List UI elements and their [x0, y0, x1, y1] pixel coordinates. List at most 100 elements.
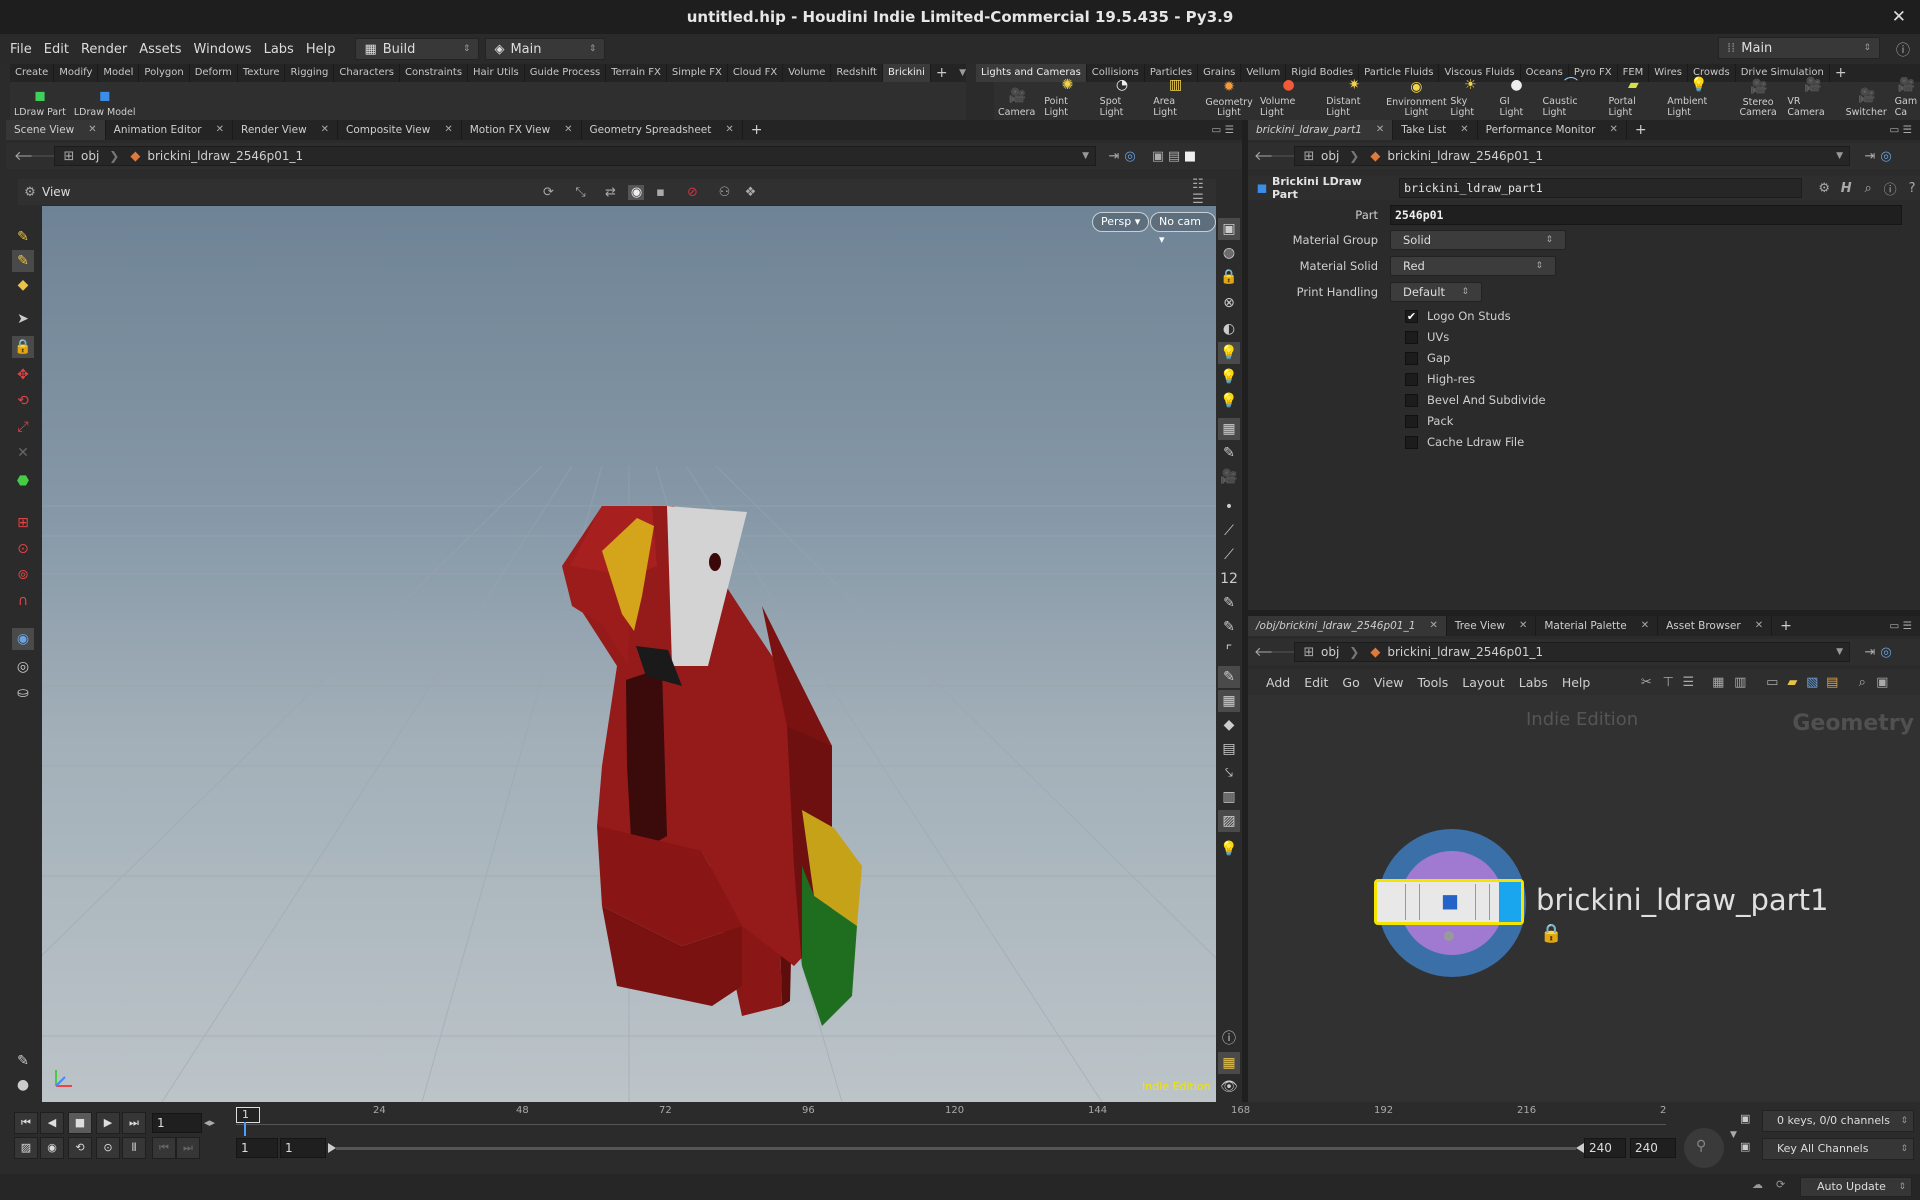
- sphere-icon[interactable]: ●: [12, 1074, 34, 1096]
- display-options-icon[interactable]: ▣: [1218, 218, 1240, 240]
- eye-icon[interactable]: 👁: [1218, 1076, 1240, 1098]
- menu-assets[interactable]: Assets: [139, 42, 181, 57]
- network-editor[interactable]: Indie Edition Geometry ◼ brickini_ldraw_…: [1248, 695, 1920, 1102]
- tool-portal-light[interactable]: ▰ Portal Light: [1604, 77, 1662, 120]
- keyframe-knob[interactable]: ⚲: [1684, 1128, 1724, 1168]
- range-end-field[interactable]: 240: [1584, 1138, 1626, 1158]
- realtime-icon[interactable]: ▨: [14, 1137, 38, 1159]
- pane-layout-icon[interactable]: ▭ ☰: [1211, 124, 1234, 136]
- node-name-field[interactable]: brickini_ldraw_part1: [1399, 178, 1803, 198]
- auto-update-menu[interactable]: Auto Update ⇕: [1800, 1177, 1912, 1197]
- back-arrow-icon[interactable]: 🡐: [1254, 644, 1289, 660]
- grid-display-icon[interactable]: ▦: [1218, 690, 1240, 712]
- uv-display-icon[interactable]: ✎: [1218, 592, 1240, 614]
- playhead[interactable]: [244, 1122, 246, 1136]
- key-all-channels-menu[interactable]: Key All Channels ⇕: [1762, 1138, 1914, 1160]
- checkbox-gap[interactable]: Gap: [1405, 351, 1450, 365]
- render-icon[interactable]: ◉: [12, 628, 34, 650]
- shelf-tab-cloud-fx[interactable]: Cloud FX: [728, 64, 784, 82]
- snap-grid-icon[interactable]: ⊞: [12, 512, 34, 534]
- shelf-tab-modify[interactable]: Modify: [54, 64, 99, 82]
- tool-sky-light[interactable]: ☀ Sky Light: [1446, 77, 1494, 120]
- path-field[interactable]: ⊞ obj ❯ ◆ brickini_ldraw_2546p01_1 ▼: [1294, 146, 1850, 166]
- camera-menu[interactable]: No cam ▾: [1150, 212, 1216, 246]
- tool-point-light[interactable]: ✺ Point Light: [1040, 77, 1094, 120]
- add-tab-icon[interactable]: +: [1627, 120, 1655, 140]
- range-slider-track[interactable]: [336, 1147, 1576, 1150]
- checkbox-unchecked[interactable]: [1405, 351, 1418, 365]
- menu-labs[interactable]: Labs: [264, 42, 294, 57]
- boundary-display-icon[interactable]: ⌜: [1218, 640, 1240, 662]
- audio-icon[interactable]: ◉: [40, 1137, 64, 1159]
- pin-icon[interactable]: ⇥: [1862, 149, 1878, 164]
- background-image-icon[interactable]: ▥: [1218, 786, 1240, 808]
- menu-file[interactable]: File: [10, 42, 32, 57]
- tool-stereo-camera[interactable]: 🎥 Stereo Camera: [1734, 79, 1783, 120]
- shelf-tab-model[interactable]: Model: [98, 64, 140, 82]
- network-box-icon[interactable]: ▭: [1764, 675, 1780, 690]
- shelf-tab-guide-process[interactable]: Guide Process: [525, 64, 607, 82]
- node-display-flag[interactable]: [1499, 882, 1521, 922]
- camera-display-icon[interactable]: 🎥: [1218, 466, 1240, 488]
- tab-material-palette[interactable]: Material Palette ✕: [1536, 616, 1659, 636]
- shelf-tab-characters[interactable]: Characters: [334, 64, 400, 82]
- sticky-note-icon[interactable]: ▰: [1784, 675, 1800, 690]
- background-icon[interactable]: ❖: [742, 185, 758, 200]
- link-icon[interactable]: ◎: [1878, 149, 1894, 164]
- menu-help[interactable]: Help: [306, 42, 336, 57]
- tool-caustic-light[interactable]: ⌒ Caustic Light: [1539, 77, 1604, 120]
- shelf-tab-terrain-fx[interactable]: Terrain FX: [606, 64, 667, 82]
- context-right-dropdown[interactable]: ⁞⁞ Main ⇕: [1718, 37, 1880, 59]
- checkbox-unchecked[interactable]: [1405, 330, 1418, 344]
- tab-geometry-spreadsheet[interactable]: Geometry Spreadsheet ✕: [582, 120, 743, 140]
- perspective-menu[interactable]: Persp ▾: [1092, 212, 1150, 232]
- close-tab-icon[interactable]: ✕: [1460, 120, 1468, 140]
- snap-point-icon[interactable]: ⊚: [12, 564, 34, 586]
- shelf-menu-arrow-icon[interactable]: ▼: [959, 68, 966, 78]
- close-tab-icon[interactable]: ✕: [321, 120, 329, 140]
- rotate-tool-icon[interactable]: ⟲: [12, 390, 34, 412]
- visualize-icon[interactable]: ✎: [1218, 442, 1240, 464]
- link-icon[interactable]: ◎: [1122, 149, 1138, 164]
- shelf-tab-simple-fx[interactable]: Simple FX: [667, 64, 728, 82]
- keyframe-view-icon[interactable]: ⫴: [122, 1137, 146, 1159]
- headlight-icon[interactable]: 💡: [1218, 366, 1240, 388]
- search-icon[interactable]: ⌕: [1854, 675, 1870, 690]
- pin-icon[interactable]: ⇥: [1106, 149, 1122, 164]
- view-mode-icon[interactable]: ◉: [628, 184, 645, 200]
- material-group-menu[interactable]: Solid ⇕: [1390, 230, 1566, 250]
- close-tab-icon[interactable]: ✕: [725, 120, 733, 140]
- shelf-tab-rigging[interactable]: Rigging: [285, 64, 335, 82]
- range-end-field-2[interactable]: 240: [1630, 1138, 1676, 1158]
- forward-arrow-icon[interactable]: 🡒: [1270, 644, 1305, 660]
- brush-tool-icon[interactable]: ◆: [12, 274, 34, 296]
- tool-spot-light[interactable]: ◔ Spot Light: [1096, 77, 1149, 120]
- reference-plane-icon[interactable]: ◆: [1218, 714, 1240, 736]
- handle-edit-icon[interactable]: ⬣: [12, 470, 34, 492]
- tree-icon[interactable]: ⊤: [1660, 675, 1676, 690]
- quad-view-icon[interactable]: ▦: [1218, 1052, 1240, 1074]
- add-tab-icon[interactable]: +: [743, 120, 771, 140]
- checkbox-unchecked[interactable]: [1405, 435, 1418, 449]
- close-tab-icon[interactable]: ✕: [1519, 616, 1527, 636]
- tab-take-list[interactable]: Take List ✕: [1393, 120, 1478, 140]
- checkbox-unchecked[interactable]: [1405, 393, 1418, 407]
- snap-prim-icon[interactable]: ⊙: [12, 538, 34, 560]
- checkbox-pack[interactable]: Pack: [1405, 414, 1453, 428]
- print-handling-menu[interactable]: Default ⇕: [1390, 282, 1482, 302]
- tool-ldraw-model[interactable]: ◼ LDraw Model: [70, 88, 140, 120]
- tab-composite-view[interactable]: Composite View ✕: [338, 120, 462, 140]
- viewer-settings-icon[interactable]: ☷ ☰: [1190, 177, 1206, 207]
- select-arrow-icon[interactable]: ➤: [12, 308, 34, 330]
- menu-windows[interactable]: Windows: [194, 42, 252, 57]
- grid-icon[interactable]: ▦: [1710, 675, 1726, 690]
- network-menu-go[interactable]: Go: [1342, 675, 1359, 690]
- close-tab-icon[interactable]: ✕: [1641, 616, 1649, 636]
- tool-area-light[interactable]: ▥ Area Light: [1149, 77, 1202, 120]
- light-bulb-icon[interactable]: 💡: [1218, 838, 1240, 860]
- shelf-tab-texture[interactable]: Texture: [238, 64, 286, 82]
- close-tab-icon[interactable]: ✕: [1755, 616, 1763, 636]
- scene-viewport[interactable]: Persp ▾ No cam ▾ Indie Edition: [42, 206, 1216, 1102]
- pin-icon[interactable]: ⇥: [1862, 645, 1878, 660]
- close-tab-icon[interactable]: ✕: [444, 120, 452, 140]
